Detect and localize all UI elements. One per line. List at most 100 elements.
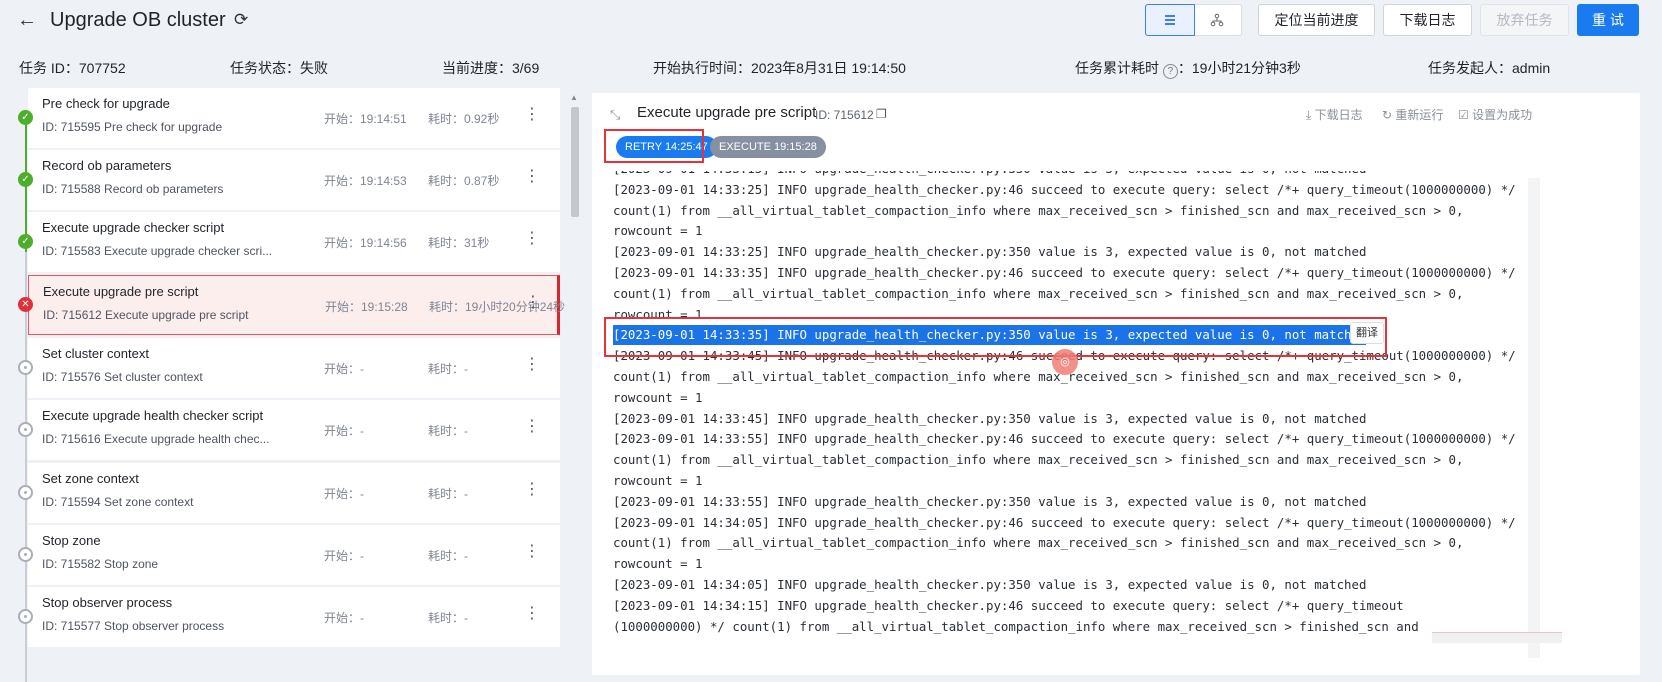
task-start: 开始：19:14:53: [324, 174, 407, 188]
task-start-time: 开始执行时间：2023年8月31日 19:14:50: [653, 60, 906, 76]
checkbox-icon: ☑: [1458, 108, 1469, 122]
task-name: Pre check for upgrade: [42, 96, 170, 111]
locate-progress-button[interactable]: 定位当前进度: [1258, 4, 1375, 36]
task-card[interactable]: Stop zone ID: 715582 Stop zone 开始：- 耗时：- ⋮: [28, 525, 560, 585]
more-icon[interactable]: ⋮: [524, 604, 540, 624]
corner-decoration: [1432, 632, 1562, 643]
task-duration: 耗时：-: [428, 362, 468, 376]
copy-icon[interactable]: ❐: [876, 107, 887, 121]
task-name: Set zone context: [42, 471, 139, 486]
log-output[interactable]: [2023-09-01 14:33:15] INFO upgrade_healt…: [592, 171, 1640, 675]
pending-circle-icon: [18, 485, 33, 500]
scrollbar-thumb[interactable]: [571, 107, 579, 217]
task-duration: 耗时：-: [428, 424, 468, 438]
refresh-icon[interactable]: ⟳: [234, 10, 248, 30]
tree-view-icon[interactable]: [1194, 5, 1242, 35]
task-initiator: 任务发起人：admin: [1428, 60, 1551, 76]
retry-button[interactable]: 重 试: [1577, 4, 1639, 36]
log-line: count(1) from __all_virtual_tablet_compa…: [613, 369, 1464, 384]
floating-assistant-icon[interactable]: ◎: [1052, 349, 1078, 375]
detail-title: Execute upgrade pre script: [637, 104, 817, 121]
translate-button[interactable]: 翻译: [1350, 322, 1384, 344]
execute-tag[interactable]: EXECUTE 19:15:28: [710, 136, 826, 158]
log-line: rowcount = 1: [613, 223, 703, 239]
detail-set-success[interactable]: ☑ 设置为成功: [1458, 106, 1532, 123]
task-id-desc: ID: 715616 Execute upgrade health chec..…: [42, 432, 270, 446]
task-start: 开始：-: [324, 487, 364, 501]
task-name: Stop zone: [42, 533, 101, 548]
log-scrollbar[interactable]: [1528, 178, 1540, 658]
help-icon[interactable]: ?: [1162, 64, 1178, 79]
task-duration: 耗时：-: [428, 487, 468, 501]
task-card[interactable]: Record ob parameters ID: 715588 Record ob…: [28, 150, 560, 210]
check-circle-icon: ✓: [18, 234, 33, 249]
more-icon[interactable]: ⋮: [525, 293, 541, 313]
log-line: [2023-09-01 14:34:15] INFO upgrade_healt…: [613, 597, 1404, 613]
more-icon[interactable]: ⋮: [524, 105, 540, 125]
task-list-scrollbar[interactable]: ▲: [568, 93, 582, 675]
log-line: (1000000000) */ count(1) from __all_virt…: [613, 618, 1419, 634]
log-line: rowcount = 1: [613, 389, 703, 405]
task-id-desc: ID: 715576 Set cluster context: [42, 370, 203, 384]
rerun-icon: ↻: [1382, 108, 1393, 122]
check-circle-icon: ✓: [18, 172, 33, 187]
task-card[interactable]: Execute upgrade health checker script ID:…: [28, 400, 560, 460]
error-circle-icon: ✕: [18, 297, 33, 312]
detail-rerun[interactable]: ↻ 重新运行: [1382, 106, 1443, 123]
pending-circle-icon: [18, 547, 33, 562]
task-card[interactable]: Execute upgrade checker script ID: 715583…: [28, 212, 560, 272]
task-card[interactable]: Set cluster context ID: 715576 Set cluste…: [28, 338, 560, 398]
more-icon[interactable]: ⋮: [524, 542, 540, 562]
task-info-bar: 任务 ID：707752 任务状态：失败 当前进度：3/69 开始执行时间：20…: [0, 54, 1662, 80]
task-start: 开始：-: [324, 424, 364, 438]
task-id: 任务 ID：707752: [19, 60, 126, 76]
task-card[interactable]: Set zone context ID: 715594 Set zone cont…: [28, 463, 560, 523]
task-id-desc: ID: 715582 Stop zone: [42, 557, 159, 571]
task-card[interactable]: Execute upgrade pre script ID: 715612 Exe…: [28, 275, 565, 335]
check-circle-icon: ✓: [18, 110, 33, 125]
detail-download-log[interactable]: ⤓ 下载日志: [1306, 106, 1363, 123]
task-card[interactable]: Stop observer process ID: 715577 Stop obs…: [28, 587, 560, 647]
task-total-time: 任务累计耗时 ? ：19小时21分钟3秒: [1075, 60, 1301, 79]
download-log-button[interactable]: 下载日志: [1383, 4, 1472, 36]
task-duration: 耗时：-: [428, 549, 468, 563]
task-name: Execute upgrade health checker script: [42, 408, 264, 423]
download-icon: ⤓: [1306, 108, 1312, 122]
log-line: [2023-09-01 14:34:05] INFO upgrade_healt…: [613, 577, 1367, 592]
page-header: ← Upgrade OB cluster ⟳ 定位当前进度 下载日志 放弃任务 …: [0, 0, 1662, 44]
task-progress: 当前进度：3/69: [442, 60, 540, 76]
log-line: [2023-09-01 14:33:35] INFO upgrade_healt…: [613, 265, 1516, 280]
log-line: [2023-09-01 14:33:25] INFO upgrade_healt…: [613, 181, 1516, 197]
annotation-box-log: [604, 317, 1387, 357]
task-start: 开始：19:14:51: [324, 112, 407, 126]
pending-circle-icon: [18, 360, 33, 375]
pending-circle-icon: [18, 609, 33, 624]
list-view-icon[interactable]: [1145, 4, 1195, 36]
timeline-line-completed: [25, 122, 27, 252]
more-icon[interactable]: ⋮: [524, 417, 540, 437]
task-start: 开始：19:14:56: [324, 236, 407, 250]
log-line: [2023-09-01 14:33:55] INFO upgrade_healt…: [613, 431, 1516, 447]
log-line: rowcount = 1: [613, 473, 703, 488]
task-id-desc: ID: 715612 Execute upgrade pre script: [43, 308, 249, 322]
arrow-left-icon[interactable]: ←: [16, 8, 38, 32]
log-line: [2023-09-01 14:34:05] INFO upgrade_healt…: [613, 514, 1516, 530]
more-icon[interactable]: ⋮: [524, 480, 540, 500]
log-line: count(1) from __all_virtual_tablet_compa…: [613, 452, 1464, 468]
scroll-up-icon[interactable]: ▲: [570, 93, 578, 102]
task-id-desc: ID: 715595 Pre check for upgrade: [42, 120, 223, 134]
more-icon[interactable]: ⋮: [524, 229, 540, 249]
task-id-desc: ID: 715588 Record ob parameters: [42, 182, 224, 196]
log-line: [2023-09-01 14:33:55] INFO upgrade_healt…: [613, 493, 1367, 509]
abandon-task-button[interactable]: 放弃任务: [1480, 4, 1569, 36]
more-icon[interactable]: ⋮: [524, 355, 540, 375]
task-start: 开始：19:15:28: [325, 300, 408, 314]
log-line: rowcount = 1: [613, 556, 703, 572]
annotation-box-retry: [604, 129, 704, 163]
task-id-desc: ID: 715583 Execute upgrade checker scri.…: [42, 244, 273, 258]
more-icon[interactable]: ⋮: [524, 167, 540, 187]
task-name: Set cluster context: [42, 346, 149, 361]
task-card[interactable]: Pre check for upgrade ID: 715595 Pre chec…: [28, 88, 560, 148]
task-start: 开始：-: [324, 549, 364, 563]
collapse-icon[interactable]: ⤡: [610, 107, 620, 123]
